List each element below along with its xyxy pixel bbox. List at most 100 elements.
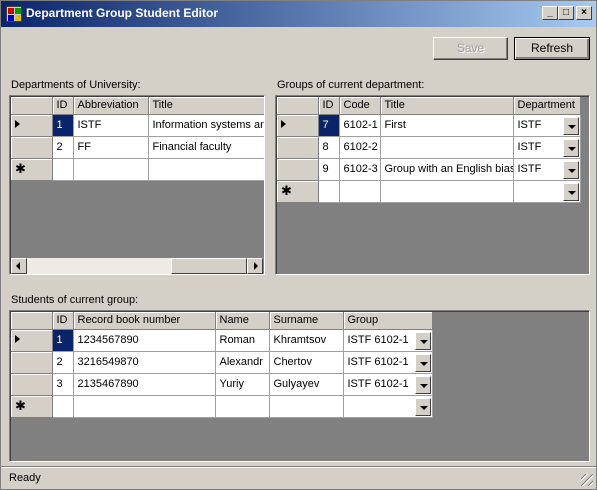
row-selector[interactable] [277,136,319,159]
column-header-title[interactable]: Title [148,97,264,115]
cell-record-book[interactable]: 2135467890 [73,373,216,396]
table-row[interactable]: 3 2135467890 Yuriy Gulyayev ISTF 6102-1 [11,373,433,396]
new-row[interactable]: ✱ [277,180,581,203]
column-header-title[interactable]: Title [380,97,514,115]
cell-group-combo[interactable]: ISTF 6102-1 [343,373,433,396]
new-row[interactable]: ✱ [11,395,433,418]
cell-title[interactable]: Group with an English bias [380,158,514,181]
dropdown-arrow-icon[interactable] [414,375,431,394]
cell-record-book[interactable]: 1234567890 [73,329,216,352]
row-header-corner[interactable] [11,97,53,115]
cell-title[interactable] [380,180,514,203]
cell-id[interactable]: 1 [52,329,74,352]
cell-title[interactable]: Information systems and [148,114,264,137]
minimize-button[interactable]: _ [542,6,558,20]
maximize-button[interactable]: □ [558,6,574,20]
dropdown-arrow-icon[interactable] [562,182,579,201]
cell-title[interactable]: First [380,114,514,137]
row-selector[interactable]: ✱ [277,180,319,203]
scroll-left-icon[interactable] [11,258,27,274]
cell-code[interactable] [339,180,381,203]
dropdown-arrow-icon[interactable] [414,397,431,416]
dropdown-arrow-icon[interactable] [562,138,579,157]
cell-abbreviation[interactable] [73,158,149,181]
new-row[interactable]: ✱ [11,158,264,181]
row-selector[interactable] [11,114,53,137]
cell-code[interactable]: 6102-1 [339,114,381,137]
cell-id[interactable] [52,395,74,418]
cell-department-combo[interactable]: ISTF [513,136,581,159]
table-row[interactable]: 1 1234567890 Roman Khramtsov ISTF 6102-1 [11,329,433,352]
cell-name[interactable]: Yuriy [215,373,270,396]
cell-id[interactable]: 9 [318,158,340,181]
column-header-id[interactable]: ID [318,97,340,115]
cell-department-combo[interactable] [513,180,581,203]
cell-group-combo[interactable] [343,395,433,418]
row-selector[interactable]: ✱ [11,395,53,418]
cell-id[interactable] [318,180,340,203]
table-row[interactable]: 2 FF Financial faculty [11,136,264,159]
cell-code[interactable]: 6102-3 [339,158,381,181]
save-button[interactable]: Save [433,37,508,60]
cell-record-book[interactable]: 3216549870 [73,351,216,374]
cell-name[interactable]: Alexandr [215,351,270,374]
cell-id[interactable]: 2 [52,351,74,374]
column-header-record-book[interactable]: Record book number [73,312,216,330]
cell-name[interactable]: Roman [215,329,270,352]
row-selector[interactable] [11,373,53,396]
cell-title[interactable] [148,158,264,181]
cell-name[interactable] [215,395,270,418]
cell-group-combo[interactable]: ISTF 6102-1 [343,329,433,352]
cell-surname[interactable]: Khramtsov [269,329,344,352]
cell-id[interactable]: 3 [52,373,74,396]
row-selector[interactable] [277,114,319,137]
dropdown-arrow-icon[interactable] [562,160,579,179]
groups-grid[interactable]: ID Code Title Department 7 6102-1 First … [275,95,590,275]
row-selector[interactable] [11,136,53,159]
row-header-corner[interactable] [11,312,53,330]
cell-code[interactable]: 6102-2 [339,136,381,159]
table-row[interactable]: 8 6102-2 ISTF [277,136,581,159]
cell-id[interactable]: 8 [318,136,340,159]
dropdown-arrow-icon[interactable] [414,331,431,350]
column-header-id[interactable]: ID [52,97,74,115]
horizontal-scrollbar[interactable] [11,258,263,274]
table-row[interactable]: 2 3216549870 Alexandr Chertov ISTF 6102-… [11,351,433,374]
cell-surname[interactable] [269,395,344,418]
column-header-group[interactable]: Group [343,312,433,330]
cell-surname[interactable]: Gulyayev [269,373,344,396]
close-button[interactable]: × [576,6,592,20]
cell-record-book[interactable] [73,395,216,418]
cell-department-combo[interactable]: ISTF [513,158,581,181]
cell-title[interactable] [380,136,514,159]
cell-title[interactable]: Financial faculty [148,136,264,159]
row-selector[interactable] [277,158,319,181]
dropdown-arrow-icon[interactable] [562,116,579,135]
resize-grip-icon[interactable] [581,474,593,486]
cell-id[interactable]: 1 [52,114,74,137]
row-header-corner[interactable] [277,97,319,115]
cell-id[interactable]: 2 [52,136,74,159]
cell-surname[interactable]: Chertov [269,351,344,374]
departments-grid[interactable]: ID Abbreviation Title 1 ISTF Information… [9,95,265,275]
cell-abbreviation[interactable]: ISTF [73,114,149,137]
dropdown-arrow-icon[interactable] [414,353,431,372]
table-row[interactable]: 1 ISTF Information systems and [11,114,264,137]
column-header-abbreviation[interactable]: Abbreviation [73,97,149,115]
cell-department-combo[interactable]: ISTF [513,114,581,137]
row-selector[interactable] [11,329,53,352]
cell-id[interactable] [52,158,74,181]
column-header-id[interactable]: ID [52,312,74,330]
cell-group-combo[interactable]: ISTF 6102-1 [343,351,433,374]
column-header-name[interactable]: Name [215,312,270,330]
cell-id[interactable]: 7 [318,114,340,137]
column-header-surname[interactable]: Surname [269,312,344,330]
scroll-thumb[interactable] [171,258,247,274]
table-row[interactable]: 9 6102-3 Group with an English bias ISTF [277,158,581,181]
students-grid[interactable]: ID Record book number Name Surname Group… [9,310,590,462]
column-header-department[interactable]: Department [513,97,581,115]
refresh-button[interactable]: Refresh [514,37,590,60]
row-selector[interactable] [11,351,53,374]
column-header-code[interactable]: Code [339,97,381,115]
title-bar[interactable]: Department Group Student Editor _ □ × [1,1,596,27]
